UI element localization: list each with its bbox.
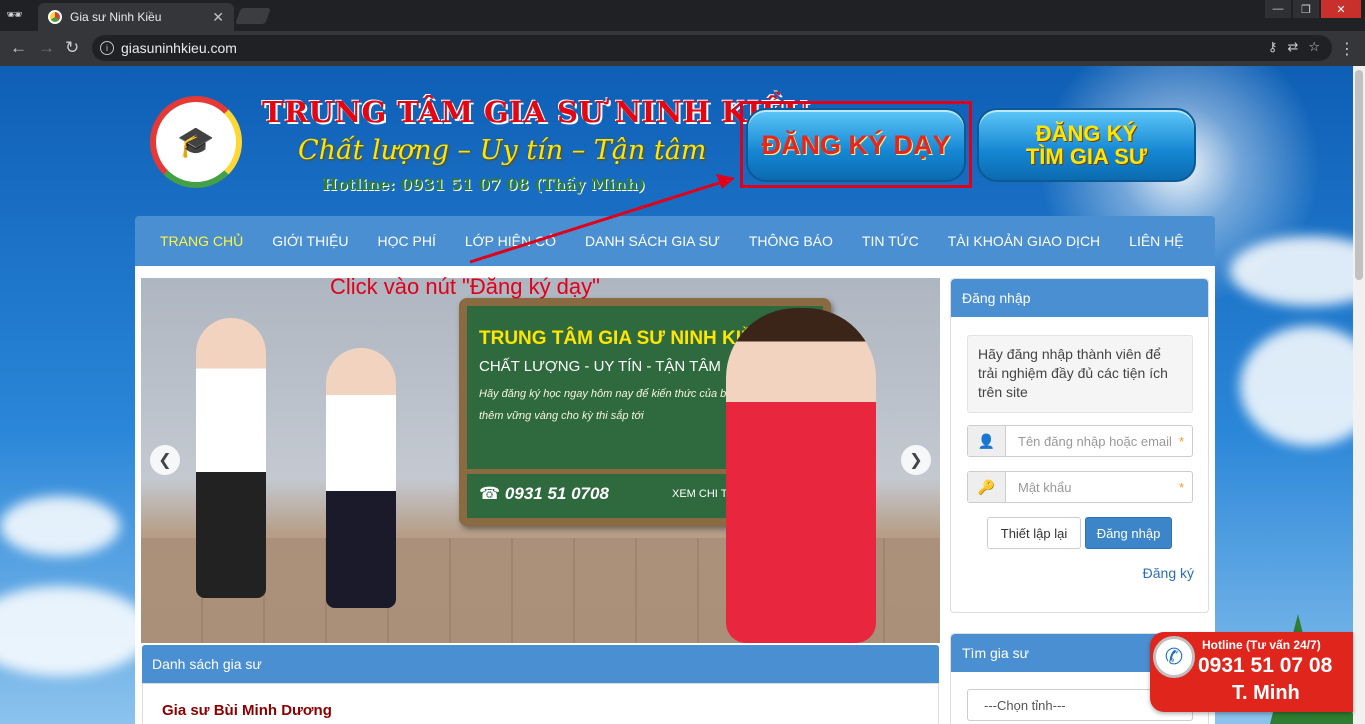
- required-mark: *: [1178, 433, 1184, 449]
- login-heading: Đăng nhập: [951, 279, 1208, 317]
- required-mark: *: [1178, 479, 1184, 495]
- username-placeholder: Tên đăng nhập hoặc email: [1018, 433, 1172, 449]
- login-panel: Đăng nhập Hãy đăng nhập thành viên để tr…: [950, 278, 1209, 613]
- hotline-label: Hotline (Tư vấn 24/7): [1202, 638, 1321, 652]
- hotline-person: T. Minh: [1232, 682, 1300, 704]
- login-button[interactable]: Đăng nhập: [1085, 517, 1172, 549]
- password-placeholder: Mật khẩu: [1018, 479, 1072, 495]
- reset-button[interactable]: Thiết lập lại: [987, 517, 1081, 549]
- hotline-number: 0931 51 07 08: [1198, 654, 1333, 677]
- annotation-text: Click vào nút "Đăng ký dạy": [330, 274, 600, 299]
- key-icon: 🔑: [968, 472, 1006, 502]
- login-note: Hãy đăng nhập thành viên để trải nghiệm …: [967, 335, 1193, 413]
- password-field[interactable]: 🔑 Mật khẩu *: [967, 471, 1193, 503]
- register-link[interactable]: Đăng ký: [1143, 565, 1194, 581]
- username-field[interactable]: 👤 Tên đăng nhập hoặc email *: [967, 425, 1193, 457]
- tutor-list-heading: Danh sách gia sư: [142, 645, 939, 683]
- tutor-name-link[interactable]: Gia sư Bùi Minh Dương: [162, 702, 332, 719]
- user-icon: 👤: [968, 426, 1006, 456]
- hotline-badge[interactable]: ✆ Hotline (Tư vấn 24/7) 0931 51 07 08 T.…: [1150, 632, 1353, 712]
- phone-icon: ✆: [1153, 636, 1195, 678]
